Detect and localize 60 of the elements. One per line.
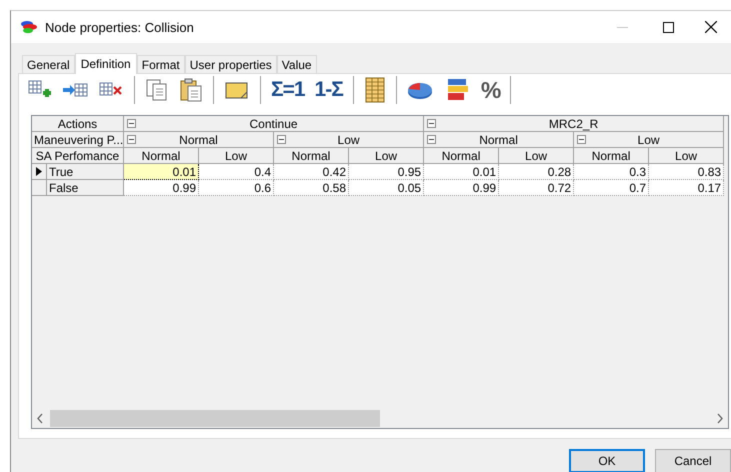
column-header: Normal [124, 148, 198, 164]
collapse-icon[interactable] [427, 119, 436, 128]
collapse-icon[interactable] [127, 135, 136, 144]
table-cell[interactable]: 0.01 [424, 164, 499, 180]
column-header: Continue [124, 116, 424, 132]
column-header: Normal [574, 148, 649, 164]
collapse-icon[interactable] [577, 135, 586, 144]
table-icon[interactable] [364, 77, 386, 103]
maximize-icon[interactable] [662, 22, 674, 32]
column-header: Low [648, 148, 724, 164]
dialog-button[interactable]: OK [569, 449, 645, 472]
sum-button[interactable]: 1-Σ [312, 76, 346, 104]
table-cell[interactable]: 0.83 [648, 164, 724, 180]
tab[interactable]: General [22, 55, 75, 73]
table-cell[interactable]: 0.3 [574, 164, 649, 180]
column-header: Low [498, 148, 574, 164]
tab[interactable]: User properties [184, 55, 277, 73]
table-cell[interactable]: 0.01 [124, 164, 198, 180]
table-cell[interactable]: 0.7 [574, 180, 649, 196]
tab[interactable]: Value [276, 55, 317, 73]
percent-button[interactable]: % [478, 76, 504, 104]
scrollbar-thumb[interactable] [50, 410, 380, 426]
row-label: True [48, 164, 74, 178]
column-header: Normal [424, 148, 499, 164]
column-header: Normal [424, 132, 574, 148]
column-header: Low [574, 132, 724, 148]
collapse-icon[interactable] [427, 135, 436, 144]
column-header: Low [274, 132, 424, 148]
table-cell[interactable]: 0.4 [198, 164, 274, 180]
copy-icon[interactable] [145, 78, 169, 102]
column-header: Normal [274, 148, 348, 164]
collapse-icon[interactable] [277, 135, 286, 144]
table-cell[interactable]: 0.05 [348, 180, 424, 196]
table-cell[interactable]: 0.95 [348, 164, 424, 180]
dialog-button[interactable]: Cancel [655, 449, 731, 472]
row-header: Actions [32, 116, 124, 132]
column-header: MRC2_R [424, 116, 724, 132]
column-header: Normal [124, 132, 274, 148]
collapse-icon[interactable] [127, 119, 136, 128]
table-cell[interactable]: 0.99 [124, 180, 198, 196]
column-header: Low [348, 148, 424, 164]
row-header: Maneuvering P... [32, 132, 124, 148]
row-label: False [48, 180, 78, 194]
close-icon[interactable] [705, 21, 717, 33]
table-cell[interactable]: 0.28 [498, 164, 574, 180]
tab[interactable]: Format [136, 55, 185, 73]
paste-icon[interactable] [179, 78, 203, 102]
current-row-icon [36, 167, 42, 176]
column-header: Low [198, 148, 274, 164]
tab[interactable]: Definition [74, 53, 137, 74]
table-cell[interactable]: 0.42 [274, 164, 348, 180]
sum-button[interactable]: Σ=1 [268, 76, 308, 104]
row-header: SA Perfomance [32, 148, 124, 164]
table-cell[interactable]: 0.58 [274, 180, 348, 196]
table-cell[interactable]: 0.6 [198, 180, 274, 196]
app-icon [20, 20, 38, 34]
table-cell[interactable]: 0.17 [648, 180, 724, 196]
table-cell[interactable]: 0.99 [424, 180, 499, 196]
table-cell[interactable]: 0.72 [498, 180, 574, 196]
window-title: Node properties: Collision [45, 20, 195, 34]
